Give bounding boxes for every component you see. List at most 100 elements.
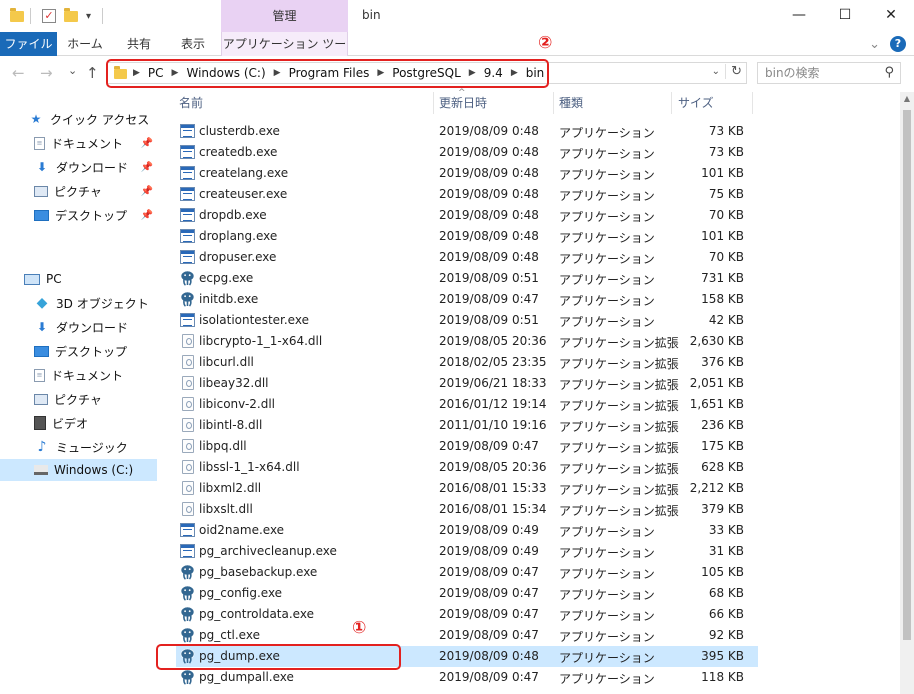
file-name: dropuser.exe [199, 250, 277, 264]
pin-icon[interactable]: 📌 [141, 162, 153, 173]
pin-icon[interactable]: 📌 [141, 138, 153, 149]
file-name: ecpg.exe [199, 271, 254, 285]
sidebar-item-desktop-pinned[interactable]: デスクトップ 📌 [0, 204, 157, 226]
file-row[interactable]: pg_config.exe 2019/08/09 0:47 アプリケーション 68 K… [176, 583, 758, 604]
column-header-type[interactable]: 種類 [559, 92, 583, 114]
tab-view[interactable]: 表示 [165, 32, 221, 56]
file-row[interactable]: isolationtester.exe 2019/08/09 0:51 アプリケーシ… [176, 310, 758, 331]
sidebar-item-quick-access[interactable]: ★ クイック アクセス [0, 108, 157, 130]
postgresql-elephant-icon [179, 606, 196, 622]
forward-button[interactable]: → [40, 64, 53, 82]
pin-icon[interactable]: 📌 [141, 186, 153, 197]
sidebar-item-pictures-pinned[interactable]: ピクチャ 📌 [0, 180, 157, 202]
file-date: 2019/08/09 0:48 [439, 208, 539, 222]
file-type: アプリケーション拡張 [559, 483, 679, 497]
file-row[interactable]: libeay32.dll 2019/06/21 18:33 アプリケーション拡張 2,… [176, 373, 758, 394]
scroll-up-arrow-icon[interactable]: ▲ [900, 94, 914, 103]
file-row[interactable]: oid2name.exe 2019/08/09 0:49 アプリケーション 33 KB [176, 520, 758, 541]
file-row[interactable]: pg_archivecleanup.exe 2019/08/09 0:49 アプリケ… [176, 541, 758, 562]
dll-file-icon [182, 418, 194, 432]
sidebar-item-desktop[interactable]: デスクトップ [0, 340, 157, 362]
minimize-button[interactable]: — [776, 0, 822, 32]
file-name: libcrypto-1_1-x64.dll [199, 334, 323, 348]
refresh-button[interactable]: ↻ [725, 64, 742, 79]
file-name: pg_config.exe [199, 586, 283, 600]
new-folder-icon[interactable] [64, 7, 78, 24]
column-header-size[interactable]: サイズ [678, 92, 714, 114]
file-size: 105 KB [701, 565, 744, 579]
sidebar-item-videos[interactable]: ビデオ [0, 412, 157, 434]
help-icon[interactable]: ? [890, 36, 906, 52]
sidebar-item-downloads[interactable]: ⬇ ダウンロード [0, 316, 157, 338]
file-size: 68 KB [708, 586, 744, 600]
ribbon-tabs: ファイル ホーム 共有 表示 アプリケーション ツール ⌄ ? [0, 32, 914, 75]
file-type: アプリケーション [559, 147, 655, 161]
sidebar-item-windows-drive[interactable]: Windows (C:) [0, 459, 157, 481]
file-row[interactable]: createuser.exe 2019/08/09 0:48 アプリケーション 75 … [176, 184, 758, 205]
file-row[interactable]: libintl-8.dll 2011/01/10 19:16 アプリケーション拡張 2… [176, 415, 758, 436]
sidebar-item-label: デスクトップ [55, 344, 128, 359]
back-button[interactable]: ← [12, 64, 25, 82]
file-row[interactable]: dropdb.exe 2019/08/09 0:48 アプリケーション 70 KB [176, 205, 758, 226]
tab-file[interactable]: ファイル [0, 32, 57, 56]
tab-application-tools[interactable]: アプリケーション ツール [221, 32, 348, 75]
file-size: 2,630 KB [689, 334, 744, 348]
file-row[interactable]: droplang.exe 2019/08/09 0:48 アプリケーション 101 K… [176, 226, 758, 247]
tab-share[interactable]: 共有 [113, 32, 165, 56]
quick-access-folder-icon[interactable] [10, 7, 24, 24]
file-row[interactable]: libcrypto-1_1-x64.dll 2019/08/05 20:36 アプリ… [176, 331, 758, 352]
file-row[interactable]: pg_basebackup.exe 2019/08/09 0:47 アプリケーション… [176, 562, 758, 583]
file-row[interactable]: libcurl.dll 2018/02/05 23:35 アプリケーション拡張 376… [176, 352, 758, 373]
file-size: 42 KB [708, 313, 744, 327]
tab-home[interactable]: ホーム [57, 32, 113, 56]
sidebar-item-documents[interactable]: ≡ ドキュメント [0, 364, 157, 386]
column-divider[interactable] [752, 92, 753, 114]
file-row[interactable]: clusterdb.exe 2019/08/09 0:48 アプリケーション 73 K… [176, 121, 758, 142]
file-row[interactable]: pg_controldata.exe 2019/08/09 0:47 アプリケーショ… [176, 604, 758, 625]
file-name: createdb.exe [199, 145, 278, 159]
file-row[interactable]: libssl-1_1-x64.dll 2019/08/05 20:36 アプリケーシ… [176, 457, 758, 478]
sidebar-item-music[interactable]: ♪ ミュージック [0, 436, 157, 458]
maximize-button[interactable]: ☐ [822, 0, 868, 32]
sidebar-item-label: ミュージック [56, 440, 128, 455]
file-row[interactable]: createlang.exe 2019/08/09 0:48 アプリケーション 101… [176, 163, 758, 184]
close-button[interactable]: ✕ [868, 0, 914, 32]
file-row[interactable]: createdb.exe 2019/08/09 0:48 アプリケーション 73 KB [176, 142, 758, 163]
file-row[interactable]: initdb.exe 2019/08/09 0:47 アプリケーション 158 KB [176, 289, 758, 310]
file-row[interactable]: libxslt.dll 2016/08/01 15:34 アプリケーション拡張 379… [176, 499, 758, 520]
file-row[interactable]: pg_dumpall.exe 2019/08/09 0:47 アプリケーション 118… [176, 667, 758, 688]
customize-toolbar-icon[interactable]: ▾ [86, 8, 91, 24]
column-divider[interactable] [671, 92, 672, 114]
sidebar-item-downloads-pinned[interactable]: ⬇ ダウンロード 📌 [0, 156, 157, 178]
address-dropdown-icon[interactable]: ⌄ [712, 66, 720, 77]
properties-check-icon[interactable]: ✓ [42, 8, 56, 24]
column-header-date[interactable]: 更新日時 [439, 92, 487, 114]
file-size: 376 KB [701, 355, 744, 369]
ribbon-right-controls: ⌄ ? [869, 36, 906, 52]
column-divider[interactable] [433, 92, 434, 114]
sidebar-item-pictures[interactable]: ピクチャ [0, 388, 157, 410]
column-header-name[interactable]: 名前 [179, 92, 203, 114]
scroll-thumb[interactable] [903, 110, 911, 640]
file-row[interactable]: libxml2.dll 2016/08/01 15:33 アプリケーション拡張 2,2… [176, 478, 758, 499]
sidebar-item-3d-objects[interactable]: ◆ 3D オブジェクト [0, 292, 157, 314]
sidebar-item-documents-pinned[interactable]: ≡ ドキュメント 📌 [0, 132, 157, 154]
file-row[interactable]: dropuser.exe 2019/08/09 0:48 アプリケーション 70 KB [176, 247, 758, 268]
file-date: 2019/08/09 0:48 [439, 649, 539, 663]
recent-locations-button[interactable]: ⌄ [68, 64, 77, 77]
expand-ribbon-icon[interactable]: ⌄ [869, 37, 880, 52]
up-button[interactable]: ↑ [86, 64, 99, 82]
pin-icon[interactable]: 📌 [141, 210, 153, 221]
file-row[interactable]: pg_ctl.exe 2019/08/09 0:47 アプリケーション 92 KB [176, 625, 758, 646]
file-row[interactable]: ecpg.exe 2019/08/09 0:51 アプリケーション 731 KB [176, 268, 758, 289]
dll-file-icon [182, 502, 194, 516]
vertical-scrollbar[interactable]: ▲ [900, 92, 914, 694]
file-date: 2016/08/01 15:34 [439, 502, 547, 516]
search-input[interactable]: binの検索 ⚲ [757, 62, 901, 84]
column-divider[interactable] [553, 92, 554, 114]
file-type: アプリケーション [559, 189, 655, 203]
file-row[interactable]: libiconv-2.dll 2016/01/12 19:14 アプリケーション拡張… [176, 394, 758, 415]
file-row[interactable]: libpq.dll 2019/08/09 0:47 アプリケーション拡張 175 KB [176, 436, 758, 457]
window-title: bin [362, 8, 381, 22]
sidebar-item-pc[interactable]: PC [0, 268, 157, 290]
